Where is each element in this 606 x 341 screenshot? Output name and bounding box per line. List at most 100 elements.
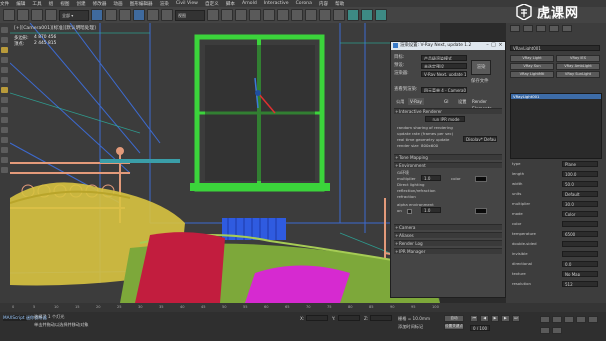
object-type-button[interactable]: VRay SunLight — [556, 71, 600, 78]
strip-tool-icon[interactable] — [1, 157, 8, 163]
move-icon[interactable] — [133, 9, 145, 21]
scale-icon[interactable] — [161, 9, 173, 21]
object-type-button[interactable]: VRay Sun — [510, 63, 554, 70]
redo-icon[interactable] — [17, 9, 29, 21]
strip-tool-icon[interactable] — [1, 167, 8, 173]
layer-icon[interactable] — [291, 9, 303, 21]
menu-item[interactable]: 脚本 — [226, 1, 235, 7]
maxscript-listener[interactable]: MAXScript 迷你侦听器 — [3, 315, 47, 321]
unlink-icon[interactable] — [45, 9, 57, 21]
create-tab-icon[interactable] — [510, 25, 520, 32]
pivot-icon[interactable] — [207, 9, 219, 21]
render-production-icon[interactable] — [375, 9, 387, 21]
undo-icon[interactable] — [3, 9, 15, 21]
menu-item[interactable]: 修改器 — [93, 1, 107, 7]
light-param-value[interactable]: Default — [562, 191, 598, 197]
camera-viewport[interactable]: [+][Camera001][标准][默认明暗处理] 多边形: 4 870 45… — [10, 23, 440, 303]
fov-icon[interactable] — [576, 316, 586, 323]
env-on-checkbox[interactable] — [407, 209, 412, 214]
preset-dropdown[interactable]: 未选定预设 — [421, 63, 467, 69]
close-icon[interactable]: × — [498, 43, 503, 48]
rollout-ipr-manager[interactable]: IPR Manager — [394, 248, 502, 255]
strip-tool-icon[interactable] — [1, 87, 8, 93]
link-icon[interactable] — [31, 9, 43, 21]
play-icon[interactable]: ▶ — [490, 315, 500, 322]
render-button[interactable]: 渲染 — [471, 60, 491, 75]
strip-tool-icon[interactable] — [1, 147, 8, 153]
light-param-value[interactable] — [562, 251, 598, 257]
auto-key-button[interactable]: 自动 — [444, 315, 464, 322]
view-dropdown[interactable]: 四元菜单 4 - Camera001 — [421, 87, 467, 93]
rotate-icon[interactable] — [147, 9, 159, 21]
light-param-value[interactable]: No Map — [562, 271, 598, 277]
light-param-value[interactable]: 30.0 — [562, 201, 598, 207]
realtime-geometry-dropdown[interactable]: Display* Default — [463, 136, 497, 142]
rollout-aliases[interactable]: Aliases — [394, 232, 502, 239]
rollout-camera[interactable]: Camera — [394, 224, 502, 231]
light-param-value[interactable]: 6500 — [562, 231, 598, 237]
light-param-value[interactable] — [562, 241, 598, 247]
menu-item[interactable]: 视图 — [60, 1, 69, 7]
ipr-mode-button[interactable]: run IPR mode — [425, 116, 465, 122]
renderer-dropdown[interactable]: V-Ray Next, update 1.2 — [421, 71, 467, 77]
menu-item[interactable]: 创建 — [76, 1, 85, 7]
add-time-tag[interactable]: 添加时间标记 — [398, 324, 423, 330]
maximize-icon[interactable]: □ — [491, 43, 496, 48]
rollout-tone-mapping[interactable]: Tone Mapping — [394, 154, 502, 161]
light-param-value[interactable]: Color — [562, 211, 598, 217]
minimize-icon[interactable]: – — [485, 43, 490, 48]
render-frame-icon[interactable] — [361, 9, 373, 21]
modify-tab-icon[interactable] — [523, 25, 533, 32]
menu-item[interactable]: 工具 — [32, 1, 41, 7]
angle-snap-icon[interactable] — [235, 9, 247, 21]
object-type-button[interactable]: VRay LightMtl — [510, 71, 554, 78]
next-frame-icon[interactable]: ▶ — [501, 315, 510, 322]
menu-item[interactable]: 内容 — [319, 1, 328, 7]
maximize-viewport-icon[interactable] — [552, 327, 562, 334]
zoom-extents-icon[interactable] — [564, 316, 574, 323]
render-setup-icon[interactable] — [347, 9, 359, 21]
strip-tool-icon[interactable] — [1, 27, 8, 33]
strip-tool-icon[interactable] — [1, 117, 8, 123]
env-multiplier-input[interactable]: 1.0 — [421, 175, 441, 181]
coord-x-input[interactable] — [306, 315, 328, 321]
menu-item[interactable]: 渲染 — [160, 1, 169, 7]
menu-item[interactable]: 组 — [49, 1, 54, 7]
hierarchy-tab-icon[interactable] — [536, 25, 546, 32]
prev-frame-icon[interactable]: ◀ — [480, 315, 489, 322]
goto-end-icon[interactable]: ⏭ — [511, 315, 521, 322]
modifier-stack-item[interactable]: VRayLight001 — [511, 94, 601, 99]
light-param-value[interactable]: Plane — [562, 161, 598, 167]
dialog-tab[interactable]: 设置 — [456, 98, 468, 105]
select-by-name-icon[interactable] — [105, 9, 117, 21]
menu-item[interactable]: 文件 — [0, 1, 9, 7]
material-editor-icon[interactable] — [333, 9, 345, 21]
strip-tool-icon[interactable] — [1, 107, 8, 113]
strip-tool-icon[interactable] — [1, 37, 8, 43]
reference-coord-dropdown[interactable]: 视图 — [175, 9, 205, 21]
pan-icon[interactable] — [588, 316, 598, 323]
coord-z-input[interactable] — [370, 315, 392, 321]
env-multiplier2-input[interactable]: 1.0 — [421, 207, 441, 213]
strip-tool-icon[interactable] — [1, 67, 8, 73]
target-dropdown[interactable]: 产品级渲染模式 — [421, 55, 467, 61]
object-name-field[interactable]: VRayLight001 — [510, 45, 600, 51]
menu-item[interactable]: 动画 — [113, 1, 122, 7]
rollout-render-log[interactable]: Render Log — [394, 240, 502, 247]
object-type-button[interactable]: VRay IES — [556, 55, 600, 62]
snap-icon[interactable] — [221, 9, 233, 21]
menu-item[interactable]: Corona — [296, 1, 312, 6]
menu-item[interactable]: 自定义 — [205, 1, 219, 7]
save-file-label[interactable]: 保存文件 — [471, 78, 489, 85]
display-tab-icon[interactable] — [562, 25, 572, 32]
align-icon[interactable] — [277, 9, 289, 21]
light-param-value[interactable]: 512 — [562, 281, 598, 287]
light-param-value[interactable]: 50.0 — [562, 181, 598, 187]
dialog-tab[interactable]: 公用 — [394, 98, 406, 105]
mirror-icon[interactable] — [263, 9, 275, 21]
curve-editor-icon[interactable] — [305, 9, 317, 21]
rollout-environment[interactable]: Environment — [394, 162, 502, 169]
strip-tool-icon[interactable] — [1, 97, 8, 103]
viewport-label[interactable]: [+][Camera001][标准][默认明暗处理] — [14, 25, 96, 31]
menu-item[interactable]: 图形编辑器 — [130, 1, 153, 7]
